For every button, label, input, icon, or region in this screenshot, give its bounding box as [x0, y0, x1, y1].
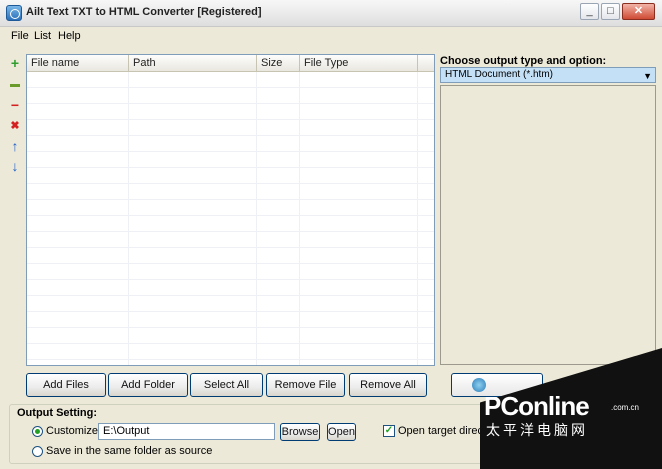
maximize-button[interactable]: □ [601, 3, 620, 20]
select-all-button[interactable]: Select All [190, 373, 263, 397]
title-bar: Ailt Text TXT to HTML Converter [Registe… [0, 0, 662, 27]
output-setting-title: Output Setting: [17, 407, 98, 419]
menu-help[interactable]: Help [58, 30, 81, 42]
move-up-icon[interactable]: ↑ [6, 138, 24, 154]
watermark-logo: PConline [484, 391, 590, 421]
output-type-title: Choose output type and option: [440, 55, 607, 67]
column-divider [256, 72, 257, 365]
column-file-type[interactable]: File Type [300, 55, 418, 72]
folder-icon[interactable]: ▬ [6, 77, 24, 93]
convert-icon [472, 378, 486, 392]
window-title: Ailt Text TXT to HTML Converter [Registe… [26, 6, 262, 18]
chevron-down-icon[interactable]: ▼ [643, 69, 652, 83]
remove-file-button[interactable]: Remove File [266, 373, 345, 397]
watermark-chinese: 太平洋电脑网 [486, 423, 588, 439]
minimize-button[interactable]: _ [580, 3, 599, 20]
column-divider [128, 72, 129, 365]
browse-button[interactable]: Browse [280, 423, 320, 441]
output-path-input[interactable]: E:\Output [98, 423, 275, 440]
file-list-rows[interactable] [27, 72, 434, 365]
column-filler [418, 55, 434, 72]
add-icon[interactable]: + [6, 55, 24, 71]
open-button[interactable]: Open [327, 423, 356, 441]
same-folder-label: Save in the same folder as source [46, 445, 213, 457]
output-type-value: HTML Document (*.htm) [445, 69, 553, 80]
menu-list[interactable]: List [34, 30, 51, 42]
app-icon [6, 5, 22, 21]
column-divider [417, 72, 418, 365]
customize-radio[interactable] [32, 426, 43, 437]
remove-icon[interactable]: − [6, 97, 24, 113]
watermark-domain: .com.cn [611, 403, 640, 412]
clear-icon[interactable]: ✖ [6, 118, 24, 134]
column-path[interactable]: Path [129, 55, 257, 72]
add-files-button[interactable]: Add Files [26, 373, 106, 397]
menu-file[interactable]: File [11, 30, 29, 42]
column-file-name[interactable]: File name [27, 55, 129, 72]
output-options-panel [440, 85, 656, 365]
column-divider [299, 72, 300, 365]
remove-all-button[interactable]: Remove All [349, 373, 427, 397]
move-down-icon[interactable]: ↓ [6, 158, 24, 174]
customize-label: Customize [46, 425, 98, 437]
column-size[interactable]: Size [257, 55, 300, 72]
close-button[interactable]: ✕ [622, 3, 655, 20]
output-type-select[interactable]: HTML Document (*.htm) ▼ [440, 67, 656, 83]
file-list[interactable]: File name Path Size File Type [26, 54, 435, 366]
same-folder-radio[interactable] [32, 446, 43, 457]
add-folder-button[interactable]: Add Folder [108, 373, 188, 397]
menu-bar: File List Help [0, 28, 662, 44]
open-target-checkbox[interactable]: ✓ [383, 425, 395, 437]
